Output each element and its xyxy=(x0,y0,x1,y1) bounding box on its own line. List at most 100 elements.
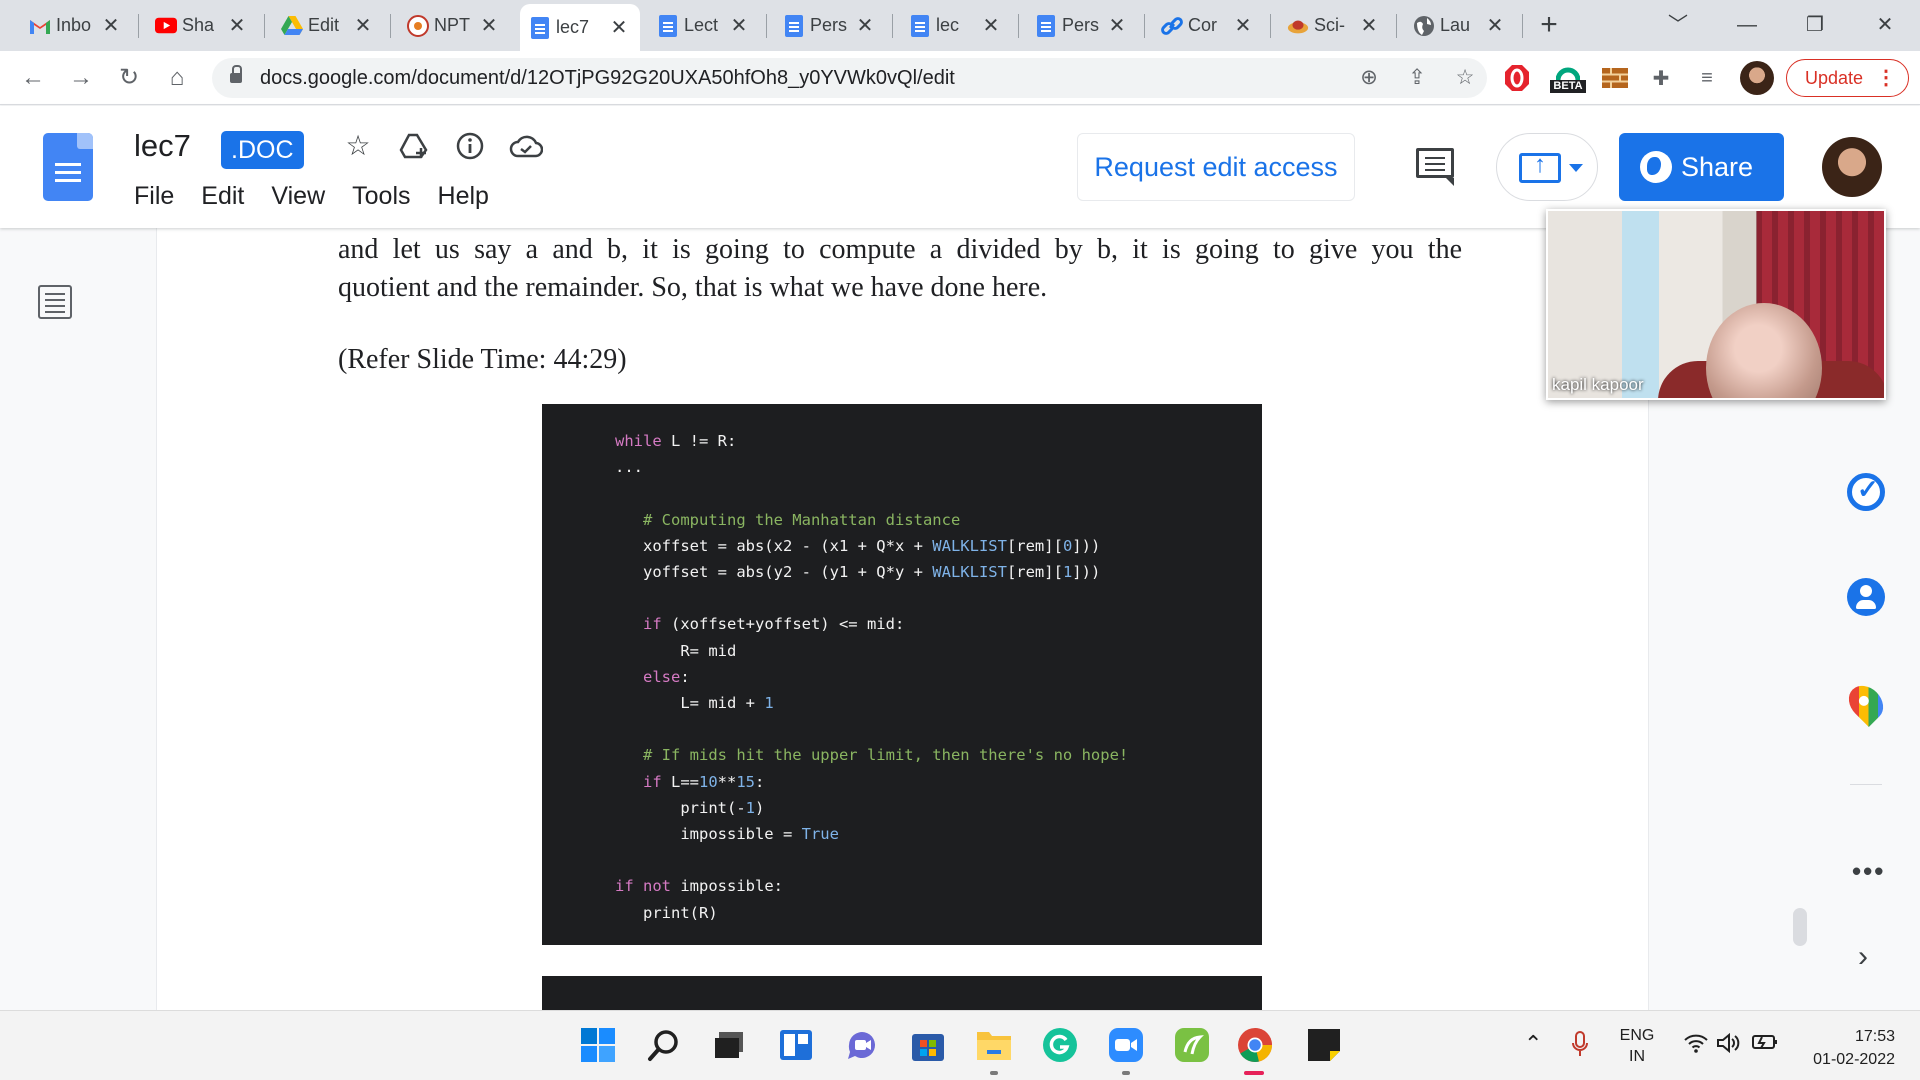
zoom-icon[interactable]: ⊕ xyxy=(1354,64,1384,92)
vertical-scrollbar[interactable] xyxy=(1793,908,1807,946)
info-icon[interactable] xyxy=(452,128,488,164)
globe-icon xyxy=(1413,15,1435,37)
tasks-icon[interactable] xyxy=(1847,473,1885,511)
menu-bar: File Edit View Tools Help xyxy=(134,182,516,211)
document-outline-icon[interactable] xyxy=(38,285,72,319)
close-icon[interactable]: ✕ xyxy=(352,13,374,38)
grammarly-icon[interactable] xyxy=(1039,1024,1081,1066)
close-icon[interactable]: ✕ xyxy=(478,13,500,38)
microphone-icon[interactable] xyxy=(1571,1031,1589,1062)
tab-title: Sha xyxy=(182,15,215,35)
teams-chat-icon[interactable] xyxy=(841,1024,883,1066)
file-type-badge: .DOC xyxy=(221,131,304,169)
restore-icon[interactable]: ❐ xyxy=(1792,8,1838,42)
google-docs-icon xyxy=(1035,14,1057,37)
menu-file[interactable]: File xyxy=(134,182,174,211)
profile-avatar[interactable] xyxy=(1740,61,1774,95)
participant-name: kapil kapoor xyxy=(1552,375,1644,394)
browser-tab[interactable]: Pers ✕ xyxy=(774,5,886,46)
windows-start-icon[interactable] xyxy=(577,1024,619,1066)
close-icon[interactable]: ✕ xyxy=(100,13,122,38)
star-icon[interactable]: ☆ xyxy=(340,128,376,164)
close-icon[interactable]: ✕ xyxy=(1484,13,1506,38)
browser-tab[interactable]: Lau ✕ xyxy=(1404,5,1516,46)
beta-label: BETA xyxy=(1550,79,1586,93)
address-bar[interactable]: docs.google.com/document/d/12OTjPG92G20U… xyxy=(212,58,1487,98)
account-avatar[interactable] xyxy=(1822,137,1882,197)
show-hidden-icons-chevron-up-icon[interactable]: ⌃ xyxy=(1524,1031,1542,1057)
cloud-status-icon[interactable] xyxy=(508,128,544,164)
forward-arrow-icon[interactable]: → xyxy=(64,62,98,94)
microsoft-store-icon[interactable] xyxy=(907,1024,949,1066)
share-page-icon[interactable]: ⇪ xyxy=(1402,64,1432,92)
close-icon[interactable]: ✕ xyxy=(728,13,750,38)
browser-tab[interactable]: Pers ✕ xyxy=(1026,5,1138,46)
update-button[interactable]: Update ⋮ xyxy=(1786,59,1909,97)
close-icon[interactable]: ✕ xyxy=(608,15,630,40)
battery-icon[interactable] xyxy=(1752,1034,1778,1055)
maps-icon[interactable] xyxy=(1841,678,1891,728)
menu-help[interactable]: Help xyxy=(438,182,489,211)
minimize-icon[interactable]: — xyxy=(1724,8,1770,42)
browser-tab[interactable]: lec ✕ xyxy=(900,5,1012,46)
input-language-indicator[interactable]: ENG IN xyxy=(1617,1025,1657,1067)
close-icon[interactable]: ✕ xyxy=(226,13,248,38)
add-to-drive-icon[interactable] xyxy=(396,128,432,164)
browser-tab[interactable]: Lect ✕ xyxy=(648,5,760,46)
menu-edit[interactable]: Edit xyxy=(201,182,244,211)
close-icon[interactable]: ✕ xyxy=(854,13,876,38)
tab-search-chevron-down-icon[interactable]: ﹀ xyxy=(1655,8,1701,42)
opera-extension-icon[interactable] xyxy=(1502,63,1532,93)
close-icon[interactable]: ✕ xyxy=(980,13,1002,38)
menu-tools[interactable]: Tools xyxy=(352,182,410,211)
close-icon[interactable]: ✕ xyxy=(1106,13,1128,38)
chevron-right-icon[interactable]: › xyxy=(1858,940,1868,974)
comments-icon[interactable] xyxy=(1416,148,1456,186)
window-close-icon[interactable]: ✕ xyxy=(1862,8,1908,42)
browser-tab-strip: Inbo ✕ Sha ✕ Edit ✕ NPT ✕ lec7 ✕ Lect ✕ xyxy=(0,0,1920,51)
evernote-app-icon[interactable] xyxy=(1171,1024,1213,1066)
new-tab-button[interactable]: + xyxy=(1536,8,1562,42)
lock-icon[interactable] xyxy=(230,65,242,84)
media-playlist-icon[interactable]: ≡ xyxy=(1692,63,1722,93)
volume-icon[interactable] xyxy=(1717,1032,1743,1058)
bookmark-star-icon[interactable]: ☆ xyxy=(1450,64,1480,92)
zoom-meetings-icon[interactable] xyxy=(1105,1024,1147,1066)
browser-tab-active[interactable]: lec7 ✕ xyxy=(520,4,640,51)
google-docs-logo-icon[interactable] xyxy=(43,133,93,201)
request-edit-access-button[interactable]: Request edit access xyxy=(1077,133,1355,201)
share-button[interactable]: Share xyxy=(1619,133,1784,201)
home-icon[interactable]: ⌂ xyxy=(160,62,194,94)
more-horiz-icon[interactable]: ••• xyxy=(1852,856,1885,887)
beta-extension-icon[interactable]: BETA xyxy=(1548,59,1588,97)
task-view-icon[interactable] xyxy=(709,1024,751,1066)
back-arrow-icon[interactable]: ← xyxy=(16,62,50,94)
reload-icon[interactable]: ↻ xyxy=(112,62,146,94)
wifi-icon[interactable] xyxy=(1684,1033,1708,1058)
brick-extension-icon[interactable] xyxy=(1600,63,1630,93)
browser-tab[interactable]: Cor ✕ xyxy=(1152,5,1264,46)
extensions-puzzle-icon[interactable]: ✚ xyxy=(1646,63,1676,93)
widgets-icon[interactable] xyxy=(775,1024,817,1066)
tab-title: Pers xyxy=(1062,15,1100,35)
search-icon[interactable] xyxy=(643,1024,685,1066)
close-icon[interactable]: ✕ xyxy=(1358,13,1380,38)
sticky-notes-icon[interactable] xyxy=(1303,1024,1345,1066)
document-page[interactable]: and let us say a and b, it is going to c… xyxy=(157,228,1648,1010)
browser-tab[interactable]: NPT ✕ xyxy=(398,5,510,46)
url-text[interactable]: docs.google.com/document/d/12OTjPG92G20U… xyxy=(260,58,955,98)
browser-tab[interactable]: Sci- ✕ xyxy=(1278,5,1390,46)
contacts-icon[interactable] xyxy=(1847,578,1885,616)
close-icon[interactable]: ✕ xyxy=(1232,13,1254,38)
browser-tab[interactable]: Inbo ✕ xyxy=(20,5,132,46)
file-explorer-icon[interactable] xyxy=(973,1024,1015,1066)
chrome-icon[interactable] xyxy=(1234,1024,1276,1066)
document-title[interactable]: lec7 xyxy=(134,128,191,164)
date-label: 01-02-2022 xyxy=(1813,1051,1895,1068)
menu-view[interactable]: View xyxy=(271,182,325,211)
clock[interactable]: 17:53 01-02-2022 xyxy=(1795,1025,1895,1071)
present-to-meeting-button[interactable] xyxy=(1496,133,1598,201)
video-call-overlay[interactable]: kapil kapoor xyxy=(1546,209,1886,400)
browser-tab[interactable]: Edit ✕ xyxy=(272,5,384,46)
browser-tab[interactable]: Sha ✕ xyxy=(146,5,258,46)
